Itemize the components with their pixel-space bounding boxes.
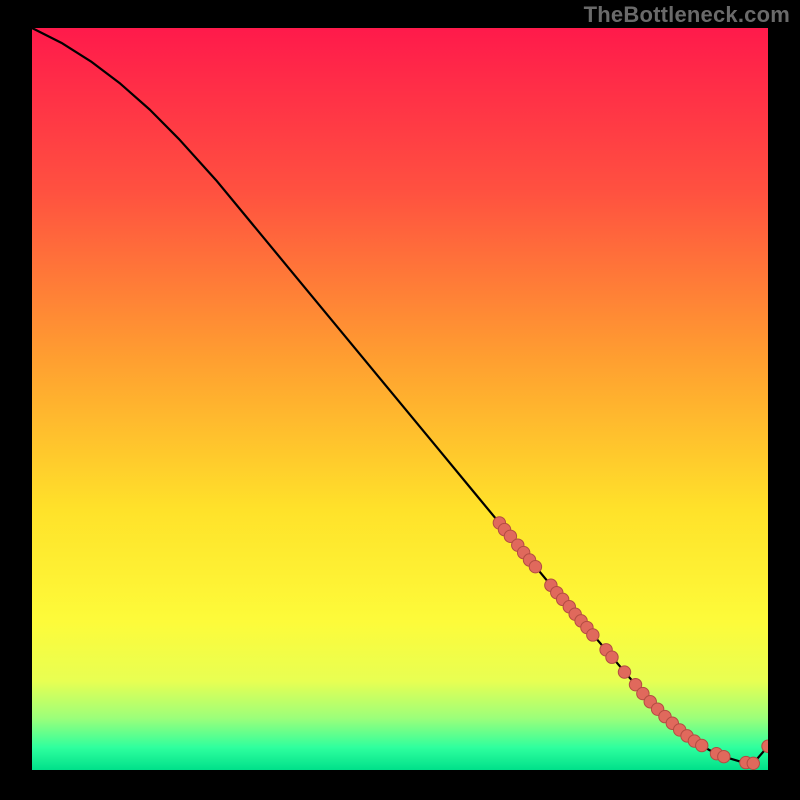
- plot-area: [32, 28, 768, 770]
- sample-dot: [696, 739, 708, 751]
- sample-dot: [529, 560, 541, 572]
- sample-dot: [606, 651, 618, 663]
- sample-dot: [587, 629, 599, 641]
- sample-dot: [718, 750, 730, 762]
- chart-frame: TheBottleneck.com: [0, 0, 800, 800]
- gradient-bg: [32, 28, 768, 770]
- watermark-text: TheBottleneck.com: [584, 2, 790, 28]
- sample-dot: [747, 757, 759, 769]
- chart-svg: [32, 28, 768, 770]
- sample-dot: [618, 666, 630, 678]
